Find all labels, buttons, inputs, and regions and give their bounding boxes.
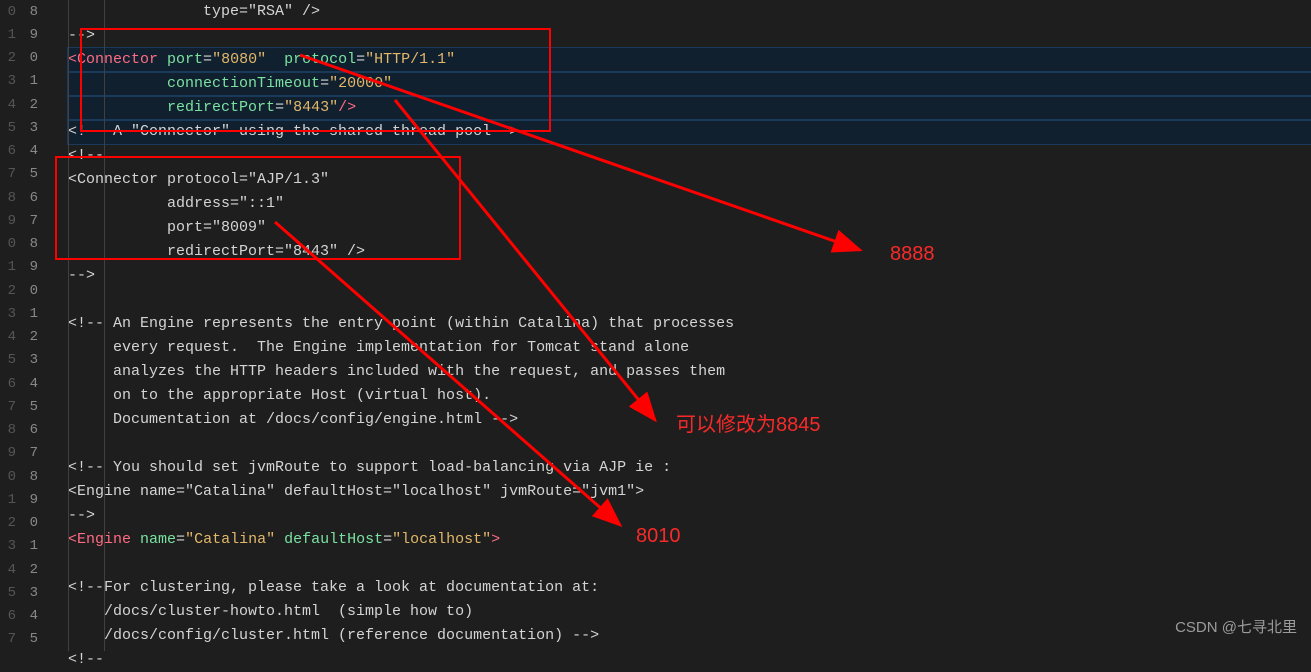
code-line[interactable]: <!--For clustering, please take a look a… — [68, 579, 599, 596]
code-line[interactable]: every request. The Engine implementation… — [68, 339, 689, 356]
code-line[interactable]: analyzes the HTTP headers included with … — [68, 363, 725, 380]
code-line[interactable]: <!-- — [68, 147, 104, 164]
code-line-connector-http[interactable]: <Connector port="8080" protocol="HTTP/1.… — [68, 48, 1311, 72]
code-line[interactable]: Documentation at /docs/config/engine.htm… — [68, 411, 518, 428]
code-line[interactable]: <!-- — [68, 651, 104, 668]
watermark: CSDN @七寻北里 — [1175, 616, 1297, 637]
code-line[interactable]: /docs/config/cluster.html (reference doc… — [68, 627, 599, 644]
code-line[interactable]: type="RSA" /> — [68, 3, 320, 20]
code-line-engine[interactable]: <Engine name="Catalina" defaultHost="loc… — [68, 528, 1311, 552]
code-line[interactable] — [68, 288, 1311, 312]
code-line[interactable] — [68, 432, 1311, 456]
code-line[interactable]: --> — [68, 267, 95, 284]
code-line[interactable] — [68, 552, 1311, 576]
code-line[interactable]: <!-- A "Connector" using the shared thre… — [68, 123, 518, 140]
code-line[interactable]: port="8009" — [68, 219, 266, 236]
code-line[interactable]: <!-- An Engine represents the entry poin… — [68, 315, 734, 332]
code-line[interactable]: redirectPort="8443" /> — [68, 243, 365, 260]
code-line[interactable]: --> — [68, 27, 95, 44]
line-number-gutter: 08 19 20 31 42 53 64 75 86 97 08 19 20 3… — [0, 0, 38, 651]
code-line[interactable]: <!-- You should set jvmRoute to support … — [68, 459, 671, 476]
code-line[interactable]: /docs/cluster-howto.html (simple how to) — [68, 603, 473, 620]
code-line-connector-ajp[interactable]: <Connector protocol="AJP/1.3" — [68, 171, 329, 188]
code-editor[interactable]: 08 19 20 31 42 53 64 75 86 97 08 19 20 3… — [0, 0, 1311, 651]
code-line[interactable]: redirectPort="8443"/> — [68, 96, 1311, 120]
code-line[interactable]: connectionTimeout="20000" — [68, 72, 1311, 96]
code-line[interactable]: address="::1" — [68, 195, 284, 212]
code-area[interactable]: type="RSA" /> --> <Connector port="8080"… — [38, 0, 1311, 651]
code-line[interactable]: --> — [68, 507, 95, 524]
code-line[interactable]: <Engine name="Catalina" defaultHost="loc… — [68, 483, 644, 500]
code-line[interactable]: on to the appropriate Host (virtual host… — [68, 387, 491, 404]
